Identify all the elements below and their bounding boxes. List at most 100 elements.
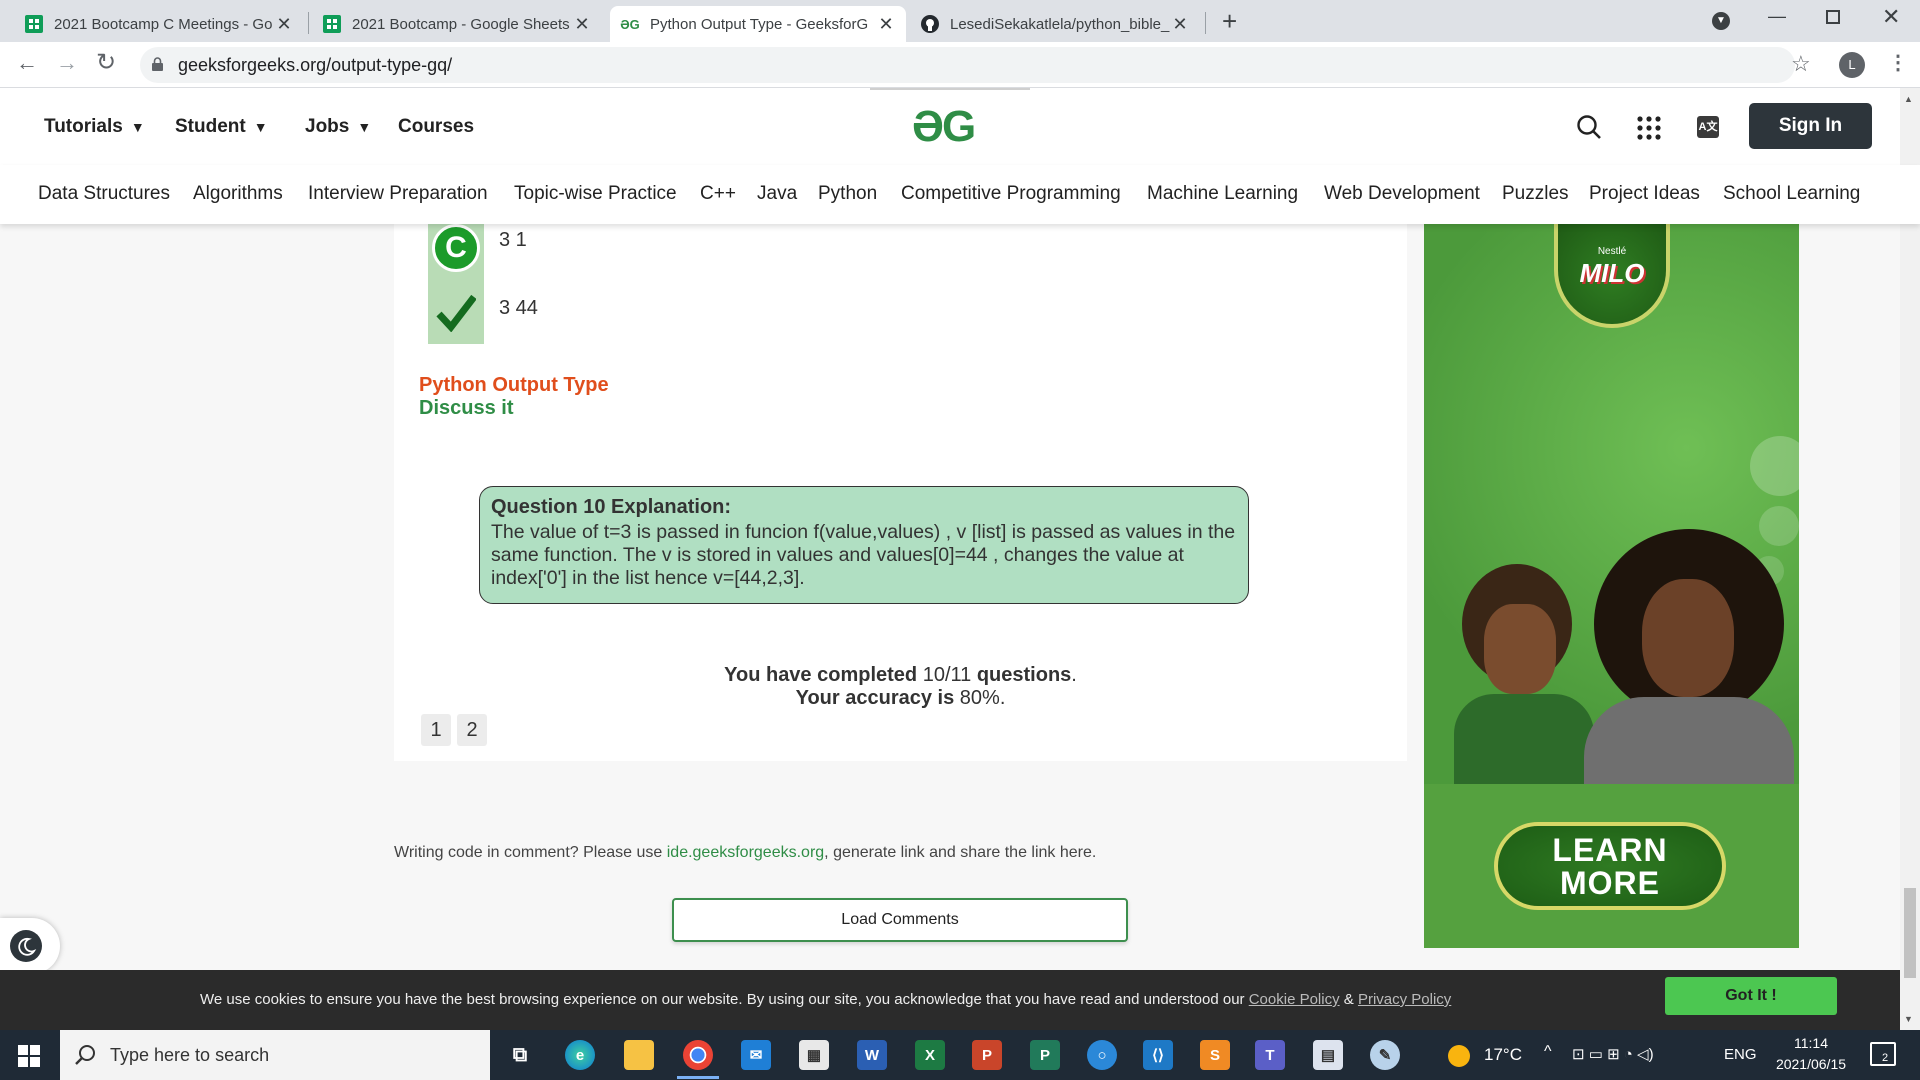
translate-icon[interactable]: A文 xyxy=(1697,116,1719,138)
browser-tab-3[interactable]: ƏG Python Output Type - GeeksforG ✕ xyxy=(610,6,906,42)
tab-search-icon[interactable]: ▼ xyxy=(1712,12,1730,30)
sheets-icon xyxy=(24,14,44,34)
excel-icon[interactable]: X xyxy=(915,1040,945,1070)
project-icon[interactable]: P xyxy=(1030,1040,1060,1070)
weather-sun-icon[interactable] xyxy=(1448,1045,1470,1067)
vscode-icon[interactable]: ⟨⟩ xyxy=(1143,1040,1173,1070)
teams-icon[interactable]: T xyxy=(1255,1040,1285,1070)
address-bar[interactable]: geeksforgeeks.org/output-type-gq/ ☆ xyxy=(140,47,1811,83)
maximize-button[interactable] xyxy=(1826,10,1840,24)
ad-cta-line-2: MORE xyxy=(1560,865,1660,901)
nav-student[interactable]: Student ▼ xyxy=(175,116,268,138)
scrollbar-thumb[interactable] xyxy=(1904,888,1916,978)
file-explorer-icon[interactable] xyxy=(624,1040,654,1070)
mail-icon[interactable]: ✉ xyxy=(741,1040,771,1070)
clock-date[interactable]: 2021/06/15 xyxy=(1766,1056,1856,1072)
nav-jobs[interactable]: Jobs ▼ xyxy=(305,116,371,138)
subnav-algorithms[interactable]: Algorithms xyxy=(193,183,283,205)
subnav-python[interactable]: Python xyxy=(818,183,877,205)
system-tray-icons[interactable]: ⊡ ▭ ⊞ ◔ ◁) xyxy=(1572,1045,1654,1063)
notification-icon[interactable]: 2 xyxy=(1870,1042,1896,1066)
checkmark-icon xyxy=(436,294,476,332)
ad-learn-more-button[interactable]: LEARN MORE xyxy=(1494,822,1726,910)
taskbar-search-placeholder: Type here to search xyxy=(110,1045,270,1065)
powerpoint-icon[interactable]: P xyxy=(972,1040,1002,1070)
taskbar-search-box[interactable]: Type here to search xyxy=(60,1030,490,1080)
completed-prefix: You have completed xyxy=(724,664,918,686)
close-icon[interactable]: ✕ xyxy=(1170,14,1190,35)
subnav-data-structures[interactable]: Data Structures xyxy=(38,183,170,205)
word-icon[interactable]: W xyxy=(857,1040,887,1070)
tab-separator xyxy=(1205,12,1206,34)
clock-time[interactable]: 11:14 xyxy=(1766,1035,1856,1051)
search-icon[interactable] xyxy=(1576,114,1602,145)
topic-link[interactable]: Python Output Type xyxy=(419,374,609,397)
got-it-button[interactable]: Got It ! xyxy=(1665,977,1837,1015)
explanation-box: Question 10 Explanation: The value of t=… xyxy=(479,486,1249,604)
subnav-web-development[interactable]: Web Development xyxy=(1324,183,1480,205)
store-icon[interactable]: ▦ xyxy=(799,1040,829,1070)
subnav-interview-preparation[interactable]: Interview Preparation xyxy=(308,183,488,205)
document-icon[interactable]: ▤ xyxy=(1313,1040,1343,1070)
completed-count: 10/11 xyxy=(922,664,972,686)
sign-in-button[interactable]: Sign In xyxy=(1749,103,1872,149)
windows-start-icon[interactable] xyxy=(18,1045,40,1072)
task-view-icon[interactable]: ⧉ xyxy=(505,1040,535,1070)
cookie-banner: We use cookies to ensure you have the be… xyxy=(0,970,1900,1030)
subnav-school-learning[interactable]: School Learning xyxy=(1723,183,1860,205)
page-button-1[interactable]: 1 xyxy=(421,714,451,746)
subnav-java[interactable]: Java xyxy=(757,183,797,205)
cookie-policy-link[interactable]: Cookie Policy xyxy=(1249,991,1340,1008)
edge-icon[interactable]: e xyxy=(565,1040,595,1070)
paint-icon[interactable]: ✎ xyxy=(1370,1040,1400,1070)
subnav-topic-wise-practice[interactable]: Topic-wise Practice xyxy=(514,183,677,205)
dark-mode-toggle[interactable] xyxy=(0,918,60,974)
subnav-competitive-programming[interactable]: Competitive Programming xyxy=(901,183,1121,205)
reload-icon[interactable]: ↻ xyxy=(96,48,116,77)
page-scrollbar[interactable]: ▲ ▼ xyxy=(1900,88,1920,1030)
browser-menu-icon[interactable]: ⋮ xyxy=(1888,50,1908,75)
ide-link[interactable]: ide.geeksforgeeks.org xyxy=(667,844,824,861)
browser-tab-4[interactable]: LesediSekakatlela/python_bible_ ✕ xyxy=(910,6,1200,42)
scroll-up-arrow[interactable]: ▲ xyxy=(1904,94,1913,104)
close-icon[interactable]: ✕ xyxy=(274,14,294,35)
milo-ad[interactable]: Nestlé MILO LEARN MORE xyxy=(1424,224,1799,948)
nav-courses[interactable]: Courses xyxy=(398,116,474,138)
subnav-project-ideas[interactable]: Project Ideas xyxy=(1589,183,1700,205)
subnav-machine-learning[interactable]: Machine Learning xyxy=(1147,183,1298,205)
sublime-icon[interactable]: S xyxy=(1200,1040,1230,1070)
option-c-letter: C xyxy=(432,224,480,272)
scroll-down-arrow[interactable]: ▼ xyxy=(1904,1014,1913,1024)
apps-grid-icon[interactable] xyxy=(1637,116,1661,145)
windows-taskbar: Type here to search ⧉ e ✉ ▦ W X P P ○ ⟨⟩… xyxy=(0,1030,1920,1080)
load-comments-button[interactable]: Load Comments xyxy=(672,898,1128,942)
gfg-logo[interactable]: ƏG xyxy=(912,102,976,152)
privacy-policy-link[interactable]: Privacy Policy xyxy=(1358,991,1451,1008)
bookmark-star-icon[interactable]: ☆ xyxy=(1791,51,1811,77)
page-button-2[interactable]: 2 xyxy=(457,714,487,746)
subnav-cpp[interactable]: C++ xyxy=(700,183,736,205)
ad-cta-line-1: LEARN xyxy=(1552,832,1668,868)
topic-nav: Data Structures Algorithms Interview Pre… xyxy=(0,165,1920,224)
window-close-button[interactable]: ✕ xyxy=(1882,4,1900,30)
discuss-link[interactable]: Discuss it xyxy=(419,397,513,420)
language-indicator[interactable]: ENG xyxy=(1724,1046,1757,1063)
nav-jobs-label: Jobs xyxy=(305,116,350,137)
chevron-down-icon: ▼ xyxy=(130,119,145,135)
back-icon[interactable]: ← xyxy=(16,50,38,76)
subnav-puzzles[interactable]: Puzzles xyxy=(1502,183,1569,205)
browser-tab-1[interactable]: 2021 Bootcamp C Meetings - Go ✕ xyxy=(14,6,304,42)
github-icon xyxy=(920,14,940,34)
messaging-icon[interactable]: ○ xyxy=(1087,1040,1117,1070)
profile-avatar[interactable]: L xyxy=(1839,52,1865,78)
browser-tab-2[interactable]: 2021 Bootcamp - Google Sheets ✕ xyxy=(312,6,602,42)
chevron-up-icon[interactable]: ^ xyxy=(1544,1043,1552,1061)
minimize-button[interactable]: — xyxy=(1768,6,1786,27)
close-icon[interactable]: ✕ xyxy=(572,14,592,35)
browser-tab-2-label: 2021 Bootcamp - Google Sheets xyxy=(352,15,570,33)
forward-icon[interactable]: → xyxy=(56,50,78,76)
nav-tutorials[interactable]: Tutorials ▼ xyxy=(44,116,145,138)
chrome-icon[interactable] xyxy=(683,1040,713,1070)
close-icon[interactable]: ✕ xyxy=(876,14,896,35)
new-tab-button[interactable]: + xyxy=(1222,6,1237,37)
